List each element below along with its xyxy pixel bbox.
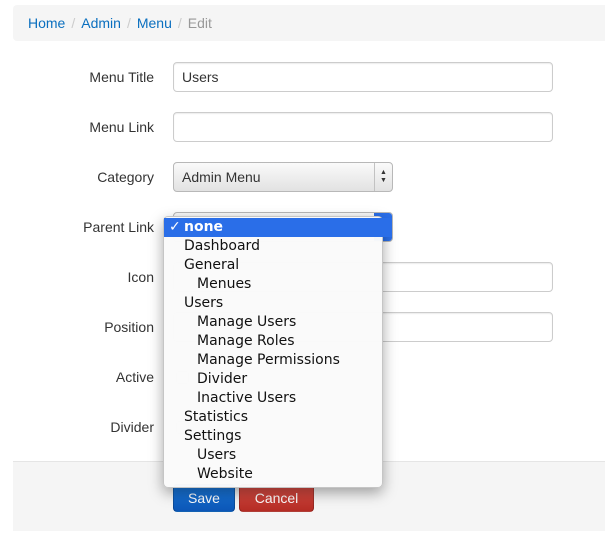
dropdown-option[interactable]: Divider [164, 370, 382, 389]
save-button[interactable]: Save [173, 484, 235, 512]
dropdown-option[interactable]: Manage Users [164, 313, 382, 332]
category-select[interactable]: Admin Menu ▲ ▼ [173, 162, 393, 192]
dropdown-option[interactable]: Inactive Users [164, 389, 382, 408]
dropdown-option[interactable]: Users [164, 446, 382, 465]
dropdown-option[interactable]: Users [164, 294, 382, 313]
dropdown-option[interactable]: General [164, 256, 382, 275]
parent-link-label: Parent Link [83, 219, 154, 235]
icon-label: Icon [127, 269, 154, 285]
category-label: Category [97, 169, 154, 185]
breadcrumb-home[interactable]: Home [28, 15, 65, 31]
breadcrumb-current: Edit [187, 15, 212, 31]
dropdown-option[interactable]: Dashboard [164, 237, 382, 256]
dropdown-option[interactable]: Website [164, 465, 382, 484]
breadcrumb: Home / Admin / Menu / Edit [13, 5, 605, 41]
parent-link-dropdown: ✓ none Dashboard General Menues Users Ma… [163, 216, 392, 488]
menu-title-label: Menu Title [89, 69, 154, 85]
breadcrumb-separator: / [126, 15, 131, 31]
position-label: Position [104, 319, 154, 335]
menu-link-input[interactable] [173, 112, 553, 142]
checkmark-icon: ✓ [169, 219, 181, 235]
breadcrumb-separator: / [71, 15, 76, 31]
active-label: Active [115, 369, 154, 385]
breadcrumb-admin[interactable]: Admin [81, 15, 121, 31]
dropdown-option[interactable]: Settings [164, 427, 382, 446]
cancel-button[interactable]: Cancel [239, 484, 314, 512]
breadcrumb-separator: / [177, 15, 182, 31]
dropdown-option[interactable]: Manage Permissions [164, 351, 382, 370]
breadcrumb-menu[interactable]: Menu [137, 15, 172, 31]
dropdown-option[interactable]: Menues [164, 275, 382, 294]
dropdown-option[interactable]: ✓ none [164, 218, 392, 237]
select-arrows-icon: ▲▼ [374, 163, 392, 191]
menu-link-label: Menu Link [89, 119, 154, 135]
divider-label: Divider [110, 419, 154, 435]
category-select-value: Admin Menu [182, 169, 261, 185]
dropdown-option[interactable]: Manage Roles [164, 332, 382, 351]
dropdown-option[interactable]: Statistics [164, 408, 382, 427]
menu-title-input[interactable]: Users [173, 62, 553, 92]
